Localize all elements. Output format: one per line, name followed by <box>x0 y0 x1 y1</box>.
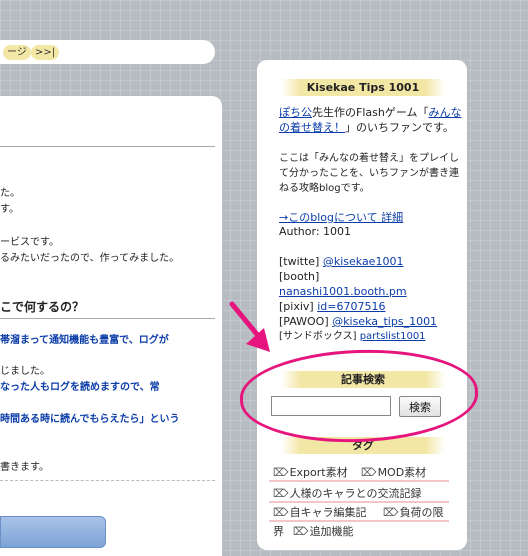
article-button[interactable] <box>0 516 106 548</box>
search-input[interactable] <box>271 396 391 416</box>
article-divider <box>0 146 215 147</box>
author-text: Author: 1001 <box>279 225 352 238</box>
tag-label: 自キャラ編集記 <box>289 506 367 519</box>
article-text: す。 <box>0 204 19 215</box>
pawoo-row: [PAWOO] @kiseka_tips_1001 <box>279 314 437 329</box>
blog-title: Kisekae Tips 1001 <box>281 79 445 96</box>
sidebar: Kisekae Tips 1001 ぽち公先生作のFlashゲーム「みんな の着… <box>257 60 467 550</box>
tag-item[interactable]: 界 <box>273 523 284 539</box>
tag-item[interactable]: ⌦Export素材 <box>273 464 348 480</box>
tag-label: Export素材 <box>289 466 348 479</box>
intro-line-1: ぽち公先生作のFlashゲーム「みんな <box>279 105 462 120</box>
article-heading: こで何するの？ <box>0 300 85 314</box>
tag-item[interactable]: ⌦MOD素材 <box>361 464 426 480</box>
booth-link[interactable]: nanashi1001.booth.pm <box>279 284 407 299</box>
tag-icon: ⌦ <box>293 525 309 538</box>
pager-bar: ージ >>| <box>0 40 215 64</box>
pixiv-link[interactable]: id=6707516 <box>317 300 385 313</box>
tag-divider <box>269 520 449 522</box>
article-emphasis: なった人もログを読めますので、常 <box>0 382 160 393</box>
article-emphasis: 帯溜まって通知機能も豊富で、ログが <box>0 335 169 346</box>
pointer-arrow-icon <box>229 301 270 352</box>
tag-item[interactable]: ⌦人様のキャラとの交流記録 <box>273 485 421 501</box>
booth-label: [booth] <box>279 270 320 283</box>
tag-label: 負荷の限 <box>399 506 444 519</box>
tags-title: タグ <box>281 437 445 454</box>
tag-icon: ⌦ <box>361 466 377 479</box>
tag-label: 界 <box>273 525 284 538</box>
tag-item[interactable]: ⌦自キャラ編集記 <box>273 504 367 520</box>
sandbox-link[interactable]: partslist1001 <box>360 331 426 342</box>
article-panel: た。 す。 ービスです。 るみたいだったので、作ってみました。 こで何するの？ … <box>0 96 222 556</box>
pager-last-link[interactable]: >>| <box>31 45 60 60</box>
sandbox-row: [サンドボックス] partslist1001 <box>279 329 426 344</box>
article-text: 書きます。 <box>0 462 49 473</box>
pixiv-label: [pixiv] <box>279 300 318 313</box>
twitter-link[interactable]: @kisekae1001 <box>323 255 404 268</box>
tag-label: 人様のキャラとの交流記録 <box>289 487 422 500</box>
heading-underline <box>0 318 215 319</box>
desc-line: ねる攻略blogです。 <box>279 183 370 194</box>
twitter-label: [twitte] <box>279 255 323 268</box>
pager-prev-link[interactable]: ージ <box>3 45 31 60</box>
sandbox-label: [サンドボックス] <box>279 331 360 342</box>
article-text: じました。 <box>0 366 50 377</box>
tag-label: MOD素材 <box>377 466 427 479</box>
pawoo-label: [PAWOO] <box>279 315 333 328</box>
tag-divider <box>269 501 449 503</box>
intro-text: 」のいちファンです。 <box>345 121 454 134</box>
pawoo-link[interactable]: @kiseka_tips_1001 <box>332 315 437 328</box>
article-text: ービスです。 <box>0 237 59 248</box>
tag-divider <box>269 480 449 482</box>
twitter-row: [twitte] @kisekae1001 <box>279 254 403 269</box>
game-link[interactable]: みんな <box>429 106 462 119</box>
intro-text: 先生作のFlashゲーム「 <box>312 106 429 119</box>
about-link[interactable]: →このblogについて 詳細 <box>279 210 403 225</box>
article-text: た。 <box>0 188 20 199</box>
search-title: 記事検索 <box>281 371 445 388</box>
tag-item[interactable]: ⌦追加機能 <box>293 523 354 539</box>
article-divider <box>0 480 215 481</box>
pixiv-row: [pixiv] id=6707516 <box>279 299 385 314</box>
article-text: るみたいだったので、作ってみました。 <box>0 253 180 264</box>
article-emphasis: 時間ある時に読んでもらえたら」という <box>0 414 180 425</box>
desc-line: ここは「みんなの着せ替え」をプレイし <box>279 153 459 164</box>
tag-label: 追加機能 <box>309 525 354 538</box>
tag-item[interactable]: ⌦負荷の限 <box>383 504 444 520</box>
search-button[interactable]: 検索 <box>399 396 441 417</box>
game-link[interactable]: の着せ替え！ <box>279 121 345 134</box>
intro-line-2: の着せ替え！」のいちファンです。 <box>279 120 454 135</box>
tag-icon: ⌦ <box>273 466 289 479</box>
desc-line: て分かったことを、いちファンが書き連 <box>279 168 459 179</box>
tag-icon: ⌦ <box>383 506 399 519</box>
tag-icon: ⌦ <box>273 487 289 500</box>
tag-icon: ⌦ <box>273 506 289 519</box>
author-link[interactable]: ぽち公 <box>279 106 312 119</box>
